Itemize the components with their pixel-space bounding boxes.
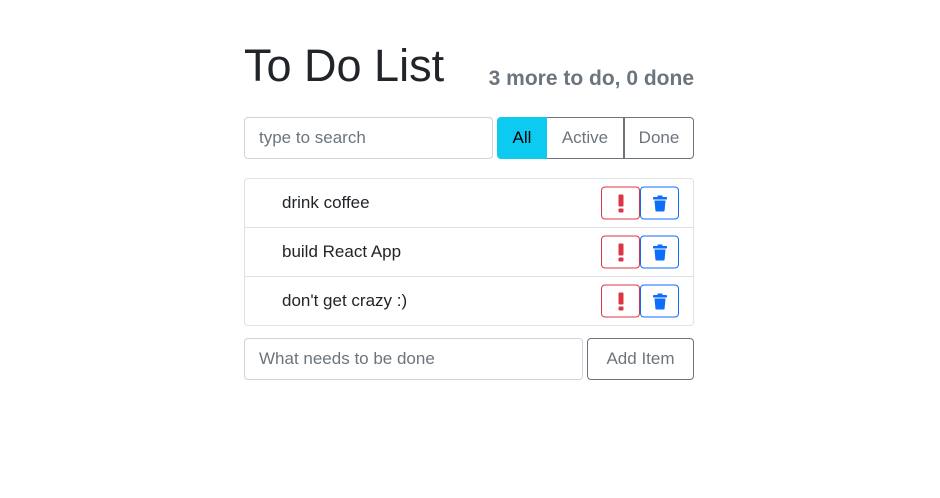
mark-important-button[interactable] — [601, 186, 640, 220]
trash-icon — [652, 293, 667, 309]
filter-all-button[interactable]: All — [497, 117, 547, 159]
trash-icon — [652, 244, 667, 260]
new-item-input[interactable] — [244, 338, 583, 380]
filter-done-button[interactable]: Done — [624, 117, 694, 159]
exclamation-icon — [618, 292, 623, 310]
trash-icon — [652, 195, 667, 211]
list-item: drink coffee — [245, 179, 693, 227]
delete-button[interactable] — [640, 284, 679, 318]
add-item-form: Add Item — [244, 338, 694, 380]
mark-important-button[interactable] — [601, 235, 640, 269]
app-header: To Do List 3 more to do, 0 done — [244, 40, 694, 100]
mark-important-button[interactable] — [601, 284, 640, 318]
todo-label[interactable]: build React App — [282, 242, 401, 262]
search-panel: All Active Done — [244, 117, 694, 160]
todo-counter: 3 more to do, 0 done — [488, 67, 694, 90]
todo-app: To Do List 3 more to do, 0 done All Acti… — [244, 40, 694, 380]
filter-active-button[interactable]: Active — [547, 117, 624, 159]
status-filter: All Active Done — [497, 117, 694, 159]
exclamation-icon — [618, 194, 623, 212]
todo-label[interactable]: drink coffee — [282, 193, 370, 213]
todo-label[interactable]: don't get crazy :) — [282, 291, 407, 311]
exclamation-icon — [618, 243, 623, 261]
list-item: build React App — [245, 227, 693, 276]
page-title: To Do List — [244, 40, 445, 91]
search-input[interactable] — [244, 117, 493, 159]
todo-list: drink coffee build React App don't get c… — [244, 178, 694, 326]
delete-button[interactable] — [640, 186, 679, 220]
delete-button[interactable] — [640, 235, 679, 269]
add-item-button[interactable]: Add Item — [587, 338, 694, 380]
list-item: don't get crazy :) — [245, 276, 693, 325]
